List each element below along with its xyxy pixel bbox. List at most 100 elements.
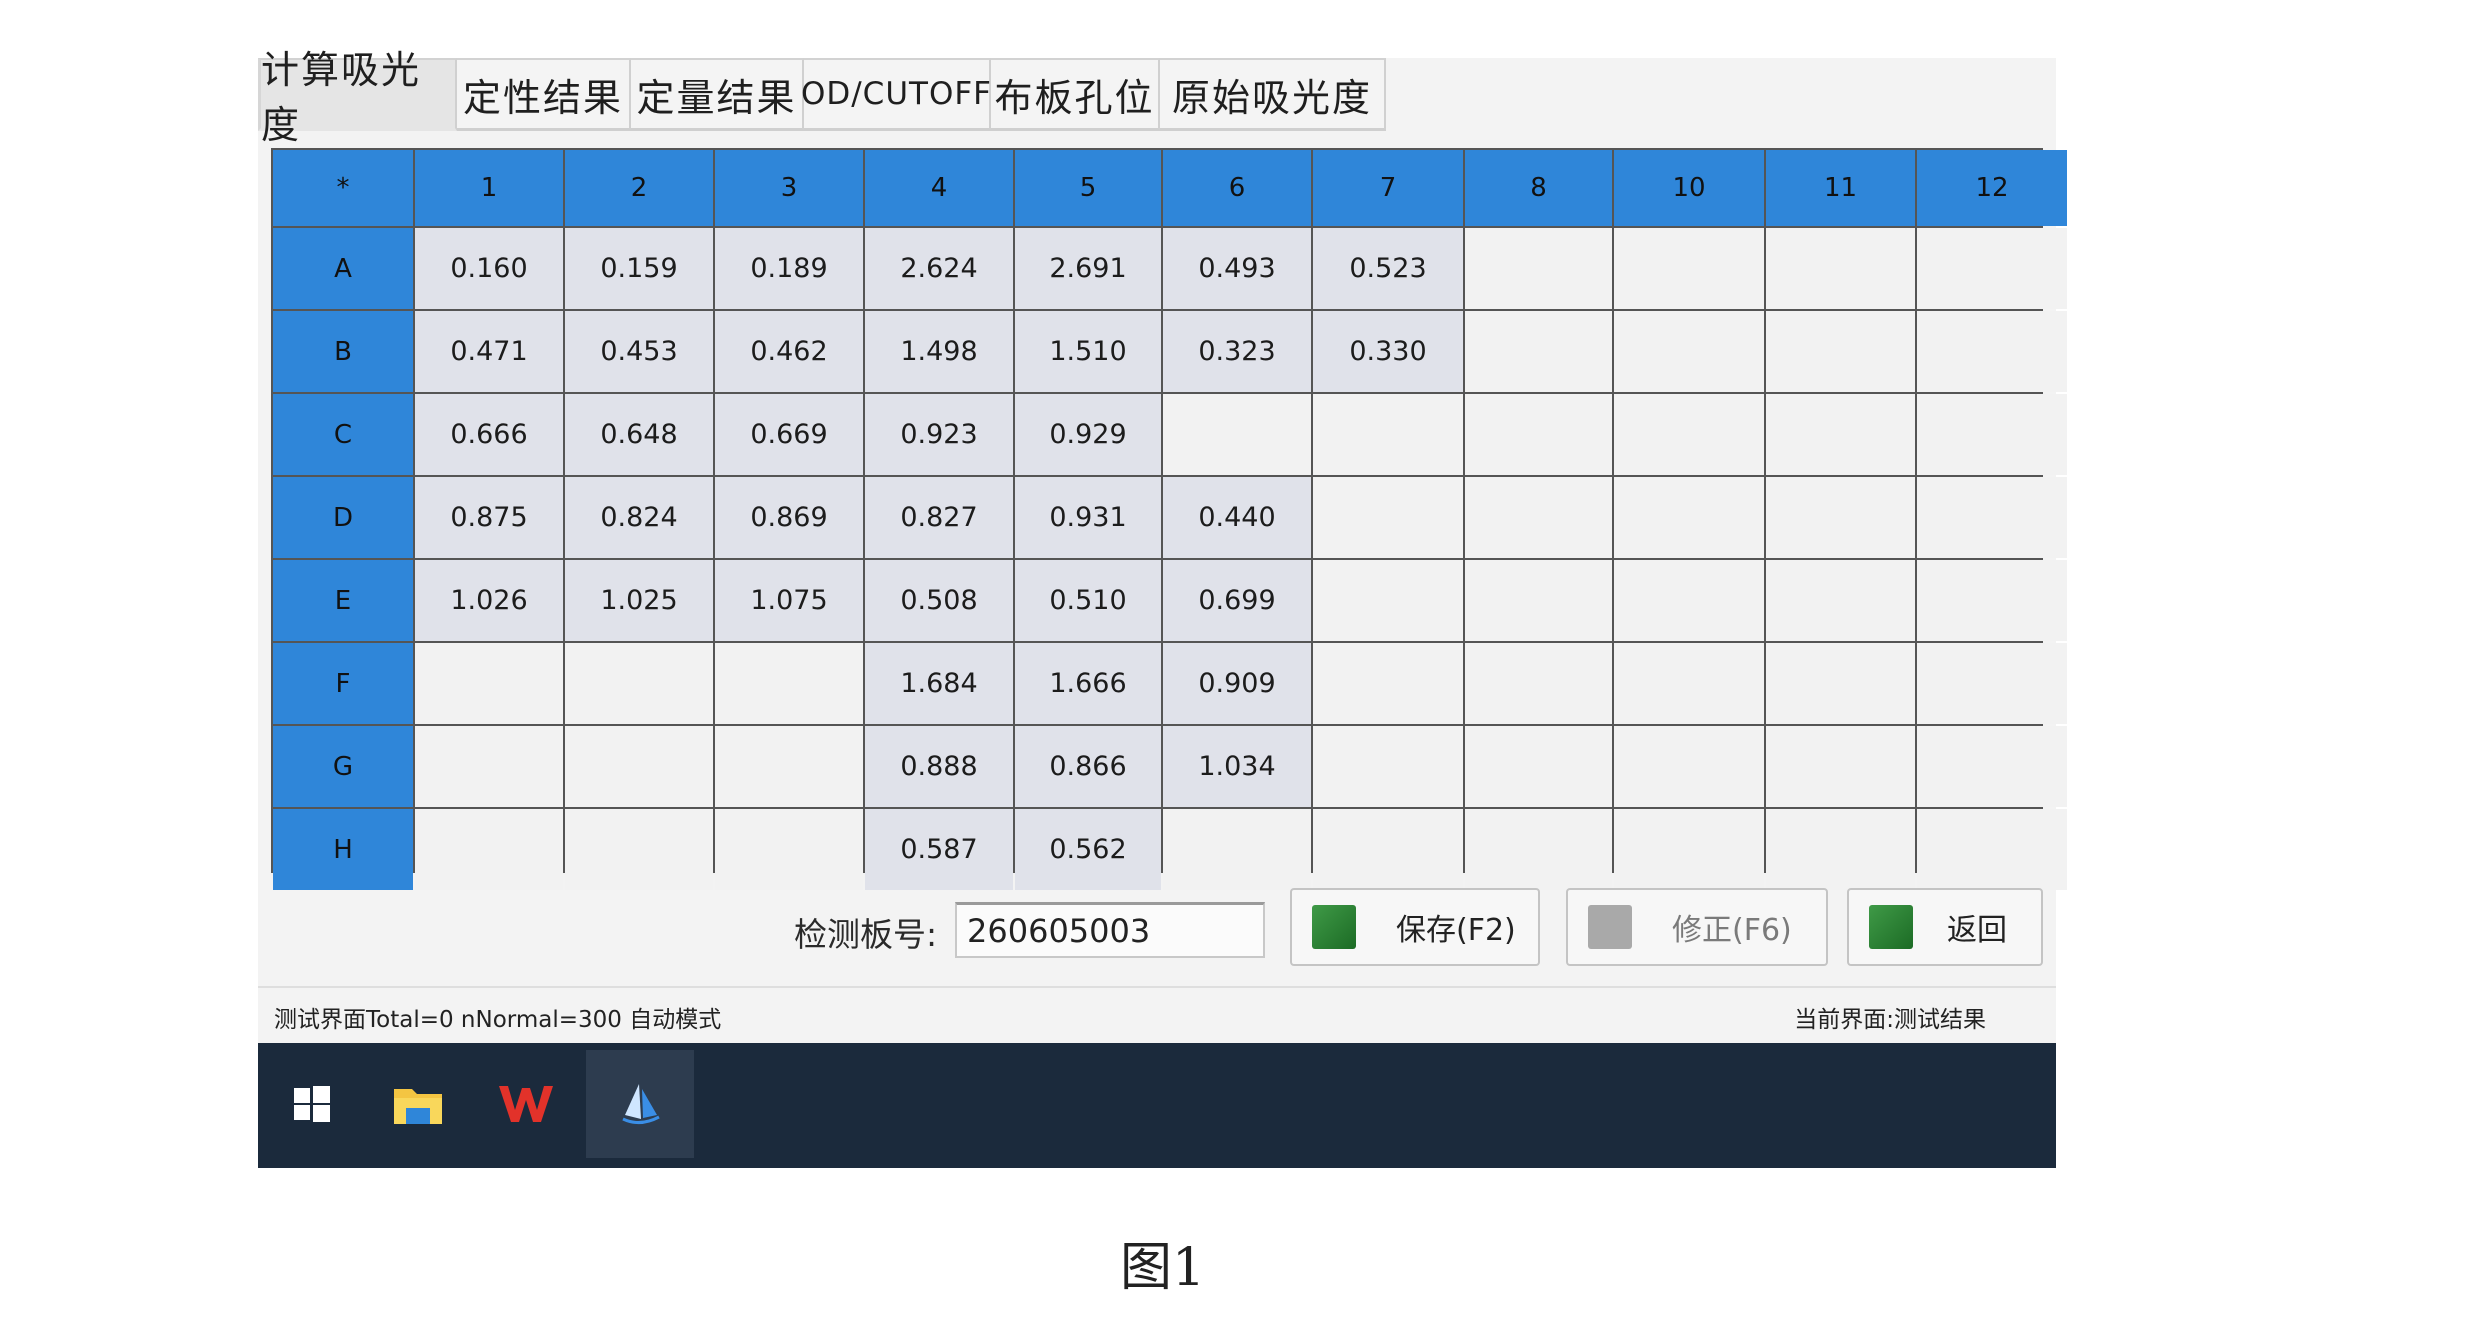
well-cell[interactable]: 0.471	[415, 311, 563, 392]
file-explorer-icon[interactable]	[364, 1050, 472, 1158]
well-cell[interactable]: 1.498	[865, 311, 1013, 392]
well-cell[interactable]	[1614, 560, 1764, 641]
well-cell[interactable]	[1766, 477, 1915, 558]
well-cell[interactable]	[1313, 394, 1463, 475]
well-cell[interactable]: 1.666	[1015, 643, 1161, 724]
tab-quantitative[interactable]: 定量结果	[631, 58, 804, 131]
well-cell[interactable]	[1465, 643, 1612, 724]
well-cell[interactable]	[1465, 394, 1612, 475]
well-cell[interactable]: 1.026	[415, 560, 563, 641]
well-cell[interactable]	[1766, 394, 1915, 475]
well-cell[interactable]: 0.699	[1163, 560, 1311, 641]
well-cell[interactable]	[1614, 726, 1764, 807]
well-cell[interactable]: 2.691	[1015, 228, 1161, 309]
well-cell[interactable]	[1313, 726, 1463, 807]
well-cell[interactable]: 1.075	[715, 560, 863, 641]
well-cell[interactable]	[715, 643, 863, 724]
well-cell[interactable]: 0.669	[715, 394, 863, 475]
back-button[interactable]: 返回	[1847, 888, 2043, 966]
well-cell[interactable]	[1465, 809, 1612, 890]
well-cell[interactable]	[1917, 809, 2067, 890]
well-cell[interactable]: 0.510	[1015, 560, 1161, 641]
well-cell[interactable]	[1917, 643, 2067, 724]
app-sail-icon[interactable]	[586, 1050, 694, 1158]
well-cell[interactable]	[1313, 560, 1463, 641]
tab-raw-absorbance[interactable]: 原始吸光度	[1160, 58, 1386, 131]
well-cell[interactable]: 0.875	[415, 477, 563, 558]
well-cell[interactable]	[1313, 809, 1463, 890]
well-cell[interactable]: 1.684	[865, 643, 1013, 724]
well-cell[interactable]	[1313, 643, 1463, 724]
well-cell[interactable]	[415, 809, 563, 890]
well-cell[interactable]	[1917, 228, 2067, 309]
well-cell[interactable]	[1465, 228, 1612, 309]
well-cell[interactable]: 1.510	[1015, 311, 1161, 392]
fix-button[interactable]: 修正(F6)	[1566, 888, 1828, 966]
well-cell[interactable]: 0.523	[1313, 228, 1463, 309]
well-cell[interactable]: 0.493	[1163, 228, 1311, 309]
well-cell[interactable]: 0.866	[1015, 726, 1161, 807]
well-cell[interactable]	[565, 643, 713, 724]
well-cell[interactable]	[1917, 311, 2067, 392]
tab-od-cutoff[interactable]: OD/CUTOFF	[801, 58, 991, 131]
well-cell[interactable]: 0.323	[1163, 311, 1311, 392]
well-cell[interactable]	[1917, 394, 2067, 475]
well-cell[interactable]	[565, 809, 713, 890]
well-cell[interactable]	[1766, 311, 1915, 392]
well-cell[interactable]: 0.648	[565, 394, 713, 475]
well-cell[interactable]	[1465, 560, 1612, 641]
plate-number-input[interactable]	[955, 902, 1265, 958]
well-cell[interactable]	[1465, 726, 1612, 807]
well-cell[interactable]	[1766, 228, 1915, 309]
well-cell[interactable]	[1917, 477, 2067, 558]
windows-start-icon[interactable]	[258, 1050, 366, 1158]
well-cell[interactable]	[1614, 311, 1764, 392]
well-cell[interactable]: 0.888	[865, 726, 1013, 807]
well-cell[interactable]: 0.923	[865, 394, 1013, 475]
well-cell[interactable]	[1163, 809, 1311, 890]
well-cell[interactable]: 0.453	[565, 311, 713, 392]
well-cell[interactable]	[715, 726, 863, 807]
well-cell[interactable]: 0.508	[865, 560, 1013, 641]
well-cell[interactable]	[1917, 726, 2067, 807]
well-cell[interactable]	[715, 809, 863, 890]
well-cell[interactable]: 0.931	[1015, 477, 1161, 558]
well-cell[interactable]: 0.587	[865, 809, 1013, 890]
well-cell[interactable]	[1766, 643, 1915, 724]
well-cell[interactable]	[1614, 477, 1764, 558]
well-cell[interactable]	[415, 726, 563, 807]
well-cell[interactable]: 0.827	[865, 477, 1013, 558]
well-cell[interactable]	[415, 643, 563, 724]
well-cell[interactable]	[1313, 477, 1463, 558]
well-cell[interactable]: 0.929	[1015, 394, 1161, 475]
well-cell[interactable]: 0.562	[1015, 809, 1161, 890]
well-cell[interactable]: 2.624	[865, 228, 1013, 309]
well-cell[interactable]: 1.025	[565, 560, 713, 641]
tab-plate-layout[interactable]: 布板孔位	[991, 58, 1160, 131]
well-cell[interactable]: 0.462	[715, 311, 863, 392]
well-cell[interactable]	[1614, 809, 1764, 890]
well-cell[interactable]: 0.440	[1163, 477, 1311, 558]
well-cell[interactable]	[1163, 394, 1311, 475]
well-cell[interactable]	[1614, 643, 1764, 724]
well-cell[interactable]	[1766, 809, 1915, 890]
well-cell[interactable]: 0.189	[715, 228, 863, 309]
tab-calc-absorbance[interactable]: 计算吸光度	[258, 48, 457, 147]
wps-office-icon[interactable]	[472, 1050, 580, 1158]
well-cell[interactable]: 0.666	[415, 394, 563, 475]
well-cell[interactable]	[1465, 311, 1612, 392]
well-cell[interactable]: 0.160	[415, 228, 563, 309]
well-cell[interactable]	[1614, 228, 1764, 309]
tab-qualitative[interactable]: 定性结果	[457, 58, 631, 131]
well-cell[interactable]	[1766, 560, 1915, 641]
well-cell[interactable]: 0.909	[1163, 643, 1311, 724]
well-cell[interactable]	[565, 726, 713, 807]
well-cell[interactable]: 0.869	[715, 477, 863, 558]
well-cell[interactable]: 0.330	[1313, 311, 1463, 392]
well-cell[interactable]	[1614, 394, 1764, 475]
save-button[interactable]: 保存(F2)	[1290, 888, 1540, 966]
well-cell[interactable]	[1917, 560, 2067, 641]
well-cell[interactable]: 1.034	[1163, 726, 1311, 807]
well-cell[interactable]	[1766, 726, 1915, 807]
well-cell[interactable]: 0.824	[565, 477, 713, 558]
